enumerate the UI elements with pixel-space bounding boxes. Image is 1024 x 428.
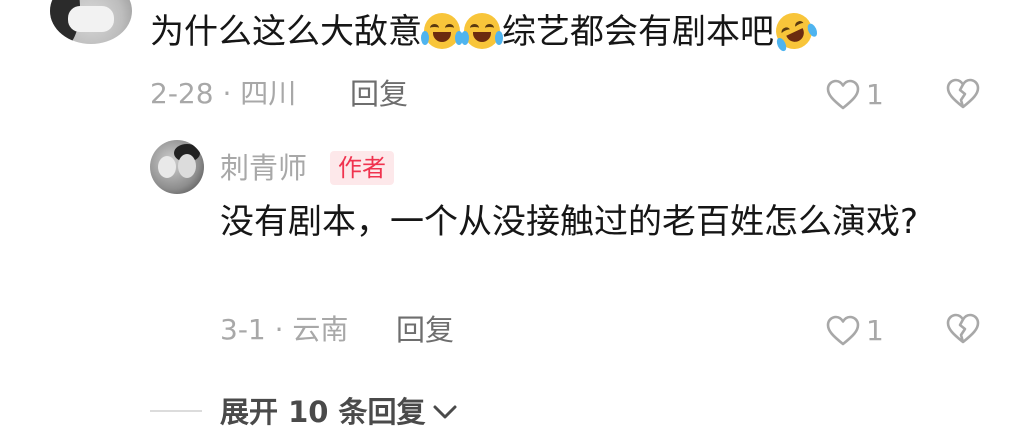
dislike-button[interactable] (946, 78, 980, 114)
comment-text: 为什么这么大敌意 综艺都会有剧本吧 (150, 7, 819, 56)
chevron-down-icon (433, 405, 457, 419)
reply-text: 没有剧本，一个从没接触过的老百姓怎么演戏? (220, 202, 919, 242)
author-badge: 作者 (330, 151, 394, 185)
comment-date-location: 2-28 · 四川 (150, 77, 297, 110)
heart-outline-icon (826, 79, 860, 110)
expand-divider (150, 410, 202, 412)
comment-text-part1: 为什么这么大敌意 (150, 12, 422, 52)
avatar-mask (68, 6, 114, 32)
like-count: 1 (866, 314, 884, 347)
comment-text-part2: 综艺都会有剧本吧 (502, 12, 774, 52)
author-name[interactable]: 刺青师 (220, 148, 307, 188)
avatar-face (158, 156, 176, 178)
like-button[interactable]: 1 (826, 75, 884, 115)
laughing-tears-emoji-icon (461, 13, 503, 49)
heart-outline-icon (826, 315, 860, 346)
avatar[interactable] (50, 0, 132, 44)
expand-replies-button[interactable]: 展开 10 条回复 (220, 392, 458, 428)
reply-button[interactable]: 回复 (396, 310, 454, 350)
reply-button[interactable]: 回复 (350, 74, 408, 114)
like-button[interactable]: 1 (826, 311, 884, 351)
broken-heart-icon (946, 78, 980, 109)
comment-thread: 为什么这么大敌意 综艺都会有剧本吧 2-28 · 四川 回复 1 刺青师 作者 没… (0, 0, 1024, 428)
laughing-tears-emoji-icon (421, 13, 463, 49)
expand-replies-label: 展开 10 条回复 (220, 395, 426, 428)
avatar-face (178, 154, 196, 178)
author-avatar[interactable] (150, 140, 204, 194)
dislike-button[interactable] (946, 313, 980, 349)
rolling-laughing-emoji-icon (770, 7, 819, 55)
like-count: 1 (866, 78, 884, 111)
broken-heart-icon (946, 313, 980, 344)
reply-date-location: 3-1 · 云南 (220, 313, 349, 346)
